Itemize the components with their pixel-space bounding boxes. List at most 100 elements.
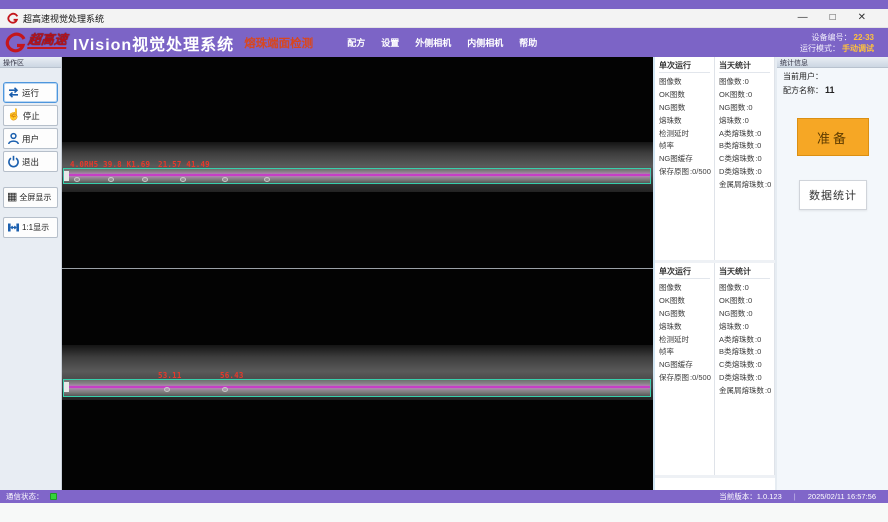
weld-image-band — [62, 142, 653, 192]
main-body: 操作区 运行 ☝ 停止 用户 退出 ▦ — [0, 57, 888, 490]
menu-item[interactable]: 内侧相机 — [467, 36, 503, 49]
sidebar-header: 操作区 — [0, 57, 61, 68]
stat-row: OK图数0 — [719, 88, 774, 101]
one-to-one-icon — [7, 221, 20, 234]
stat-row: 帧率 — [659, 139, 714, 152]
stat-row: OK图数 — [659, 88, 714, 101]
stat-row: D类熔珠数0 — [719, 371, 774, 384]
app-logo-icon — [6, 12, 19, 25]
stat-row: 金属屑熔珠数0 — [719, 178, 774, 191]
strip-endcap — [64, 382, 69, 392]
stat-row: 保存原图0/500 — [659, 371, 714, 384]
roi-rectangle — [63, 379, 651, 397]
menu-item[interactable]: 帮助 — [519, 36, 537, 49]
device-info: 设备编号：22-33 运行模式：手动调试 — [800, 32, 874, 54]
menu-item[interactable]: 外侧相机 — [415, 36, 451, 49]
brand-text: 超高速 — [27, 33, 68, 49]
app-subtitle: 熔珠端面检测 — [244, 35, 313, 51]
stat-row: C类熔珠数0 — [719, 152, 774, 165]
stat-row: 帧率 — [659, 345, 714, 358]
stat-row: 熔珠数0 — [719, 320, 774, 333]
datetime-text: 2025/02/11 16:57:56 — [808, 492, 876, 501]
stat-row: 图像数0 — [719, 281, 774, 294]
daily-stats-header: 当天统计 — [719, 266, 770, 279]
strip-endcap — [64, 171, 69, 181]
single-run-header: 单次运行 — [659, 266, 710, 279]
bead-marker — [264, 177, 270, 182]
menu-bar: 配方 设置 外侧相机 内侧相机 帮助 — [347, 36, 537, 49]
close-button[interactable]: ✕ — [858, 13, 866, 23]
brand-swirl-icon — [2, 31, 28, 55]
stats-panel-inner: 单次运行 图像数OK图数NG图数熔珠数检测延时帧率NG图缓存保存原图0/500 … — [655, 263, 775, 478]
status-bar-right: 当前版本：1.0.123 | 2025/02/11 16:57:56 — [719, 491, 876, 502]
outer-camera-view[interactable]: 4.0RH5 39.8 K1.6921.57 41.49 — [62, 57, 653, 268]
bead-marker — [108, 177, 114, 182]
stat-row: NG图缓存 — [659, 358, 714, 371]
recipe-name-label: 配方名称： — [783, 86, 823, 95]
menu-item[interactable]: 配方 — [347, 36, 365, 49]
stat-row: 熔珠数 — [659, 320, 714, 333]
single-run-header: 单次运行 — [659, 60, 710, 73]
measurement-annotation: 53.11 — [158, 371, 182, 380]
user-icon — [7, 132, 20, 145]
one-to-one-button-label: 1:1显示 — [22, 222, 49, 233]
stop-button-label: 停止 — [23, 110, 40, 122]
stat-row: 图像数0 — [719, 75, 774, 88]
app-header: 超高速 IVision视觉处理系统 熔珠端面检测 配方设置外侧相机内侧相机帮助 … — [0, 28, 888, 57]
stats-panel-outer: 单次运行 图像数OK图数NG图数熔珠数检测延时帧率NG图缓存保存原图0/500 … — [655, 57, 775, 263]
maximize-button[interactable]: □ — [830, 13, 836, 23]
stat-row: OK图数0 — [719, 294, 774, 307]
version-text: 当前版本：1.0.123 — [719, 491, 782, 502]
user-button[interactable]: 用户 — [3, 128, 58, 149]
minimize-button[interactable]: — — [798, 13, 808, 23]
bead-marker — [222, 387, 228, 392]
stat-row: 熔珠数 — [659, 114, 714, 127]
stat-row: NG图缓存 — [659, 152, 714, 165]
stat-row: NG图数 — [659, 101, 714, 114]
stop-hand-icon: ☝ — [7, 110, 21, 121]
stat-row: 检测延时 — [659, 127, 714, 140]
fullscreen-grid-icon: ▦ — [7, 192, 17, 203]
device-id-value: 22-33 — [854, 33, 874, 42]
stat-row: A类熔珠数0 — [719, 127, 774, 140]
stat-row: OK图数 — [659, 294, 714, 307]
laser-line — [64, 386, 650, 388]
recipe-name-value: 11 — [825, 85, 835, 95]
stat-row: 图像数 — [659, 75, 714, 88]
menu-item[interactable]: 设置 — [381, 36, 399, 49]
exit-button[interactable]: 退出 — [3, 151, 58, 172]
bead-marker — [180, 177, 186, 182]
daily-stats-column: 当天统计 图像数0OK图数0NG图数0熔珠数0A类熔珠数0B类熔珠数0C类熔珠数… — [715, 57, 775, 260]
single-run-column: 单次运行 图像数OK图数NG图数熔珠数检测延时帧率NG图缓存保存原图0/500 — [655, 57, 715, 260]
stat-row: 熔珠数0 — [719, 114, 774, 127]
run-loop-icon — [7, 86, 20, 99]
bottom-gap — [0, 503, 888, 522]
inner-camera-view[interactable]: 53.1156.43 — [62, 269, 653, 490]
stat-row: NG图数0 — [719, 101, 774, 114]
bead-marker — [222, 177, 228, 182]
laser-line — [64, 174, 650, 176]
operation-sidebar: 操作区 运行 ☝ 停止 用户 退出 ▦ — [0, 57, 62, 490]
sidebar-buttons: 运行 ☝ 停止 用户 退出 ▦ 全屏显示 — [0, 68, 61, 238]
bead-marker — [142, 177, 148, 182]
top-strip — [0, 0, 888, 9]
device-id-label: 设备编号： — [812, 33, 852, 42]
statistics-column: 单次运行 图像数OK图数NG图数熔珠数检测延时帧率NG图缓存保存原图0/500 … — [653, 57, 775, 490]
current-user-label: 当前用户： — [783, 72, 823, 81]
stop-button[interactable]: ☝ 停止 — [3, 105, 58, 126]
stat-row: NG图数0 — [719, 307, 774, 320]
camera-display-area: 4.0RH5 39.8 K1.6921.57 41.49 53.1156.43 — [62, 57, 653, 490]
stat-row: A类熔珠数0 — [719, 333, 774, 346]
info-panel-header: 统计信息 — [777, 57, 888, 68]
run-mode-value: 手动调试 — [842, 44, 874, 53]
run-button[interactable]: 运行 — [3, 82, 58, 103]
stat-row: 保存原图0/500 — [659, 165, 714, 178]
data-statistics-button[interactable]: 数据统计 — [799, 180, 867, 210]
run-mode-label: 运行模式： — [800, 44, 840, 53]
window-controls: — □ ✕ — [798, 13, 866, 23]
one-to-one-button[interactable]: 1:1显示 — [3, 217, 58, 238]
exit-button-label: 退出 — [22, 156, 39, 168]
prepare-button[interactable]: 准备 — [797, 118, 869, 156]
fullscreen-button[interactable]: ▦ 全屏显示 — [3, 187, 58, 208]
info-panel: 统计信息 当前用户： 配方名称：11 准备 数据统计 — [775, 57, 888, 490]
